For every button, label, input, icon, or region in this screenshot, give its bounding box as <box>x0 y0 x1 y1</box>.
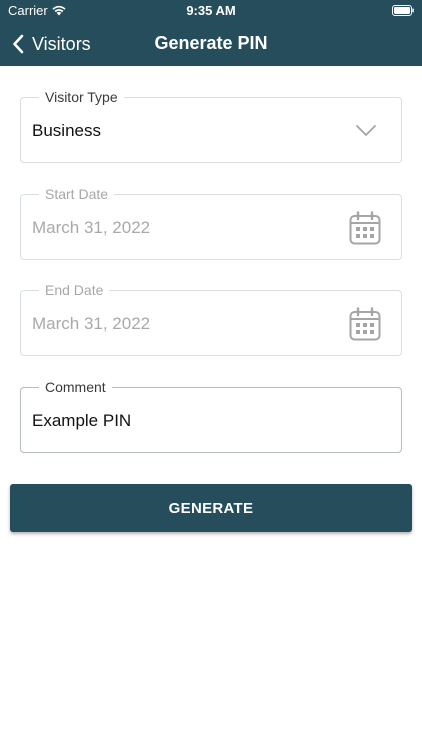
visitor-type-select[interactable]: Visitor Type Business <box>20 88 402 163</box>
end-date-label: End Date <box>39 281 110 299</box>
nav-bar: Visitors Generate PIN <box>0 22 422 66</box>
page-title: Generate PIN <box>154 33 268 53</box>
end-date-field[interactable]: End Date March 31, 2022 <box>20 281 402 356</box>
comment-field[interactable]: Comment Example PIN <box>20 378 402 453</box>
calendar-icon[interactable] <box>349 211 381 245</box>
app-header: Carrier 9:35 AM Visitors Generate PIN <box>0 0 422 66</box>
generate-button[interactable]: GENERATE <box>10 484 412 532</box>
start-date-label: Start Date <box>39 185 115 203</box>
status-bar: Carrier 9:35 AM <box>0 0 422 22</box>
comment-label: Comment <box>39 378 112 396</box>
visitor-type-label: Visitor Type <box>39 88 124 106</box>
status-time: 9:35 AM <box>186 3 236 18</box>
comment-value[interactable]: Example PIN <box>32 410 131 432</box>
battery-icon <box>392 5 414 16</box>
chevron-down-icon[interactable] <box>355 124 377 138</box>
end-date-value: March 31, 2022 <box>32 314 151 333</box>
start-date-field[interactable]: Start Date March 31, 2022 <box>20 185 402 260</box>
generate-pin-screen: Carrier 9:35 AM Visitors Generate PIN Vi… <box>0 0 422 750</box>
calendar-icon[interactable] <box>349 307 381 341</box>
visitor-type-value: Business <box>32 121 101 140</box>
start-date-value: March 31, 2022 <box>32 218 151 237</box>
